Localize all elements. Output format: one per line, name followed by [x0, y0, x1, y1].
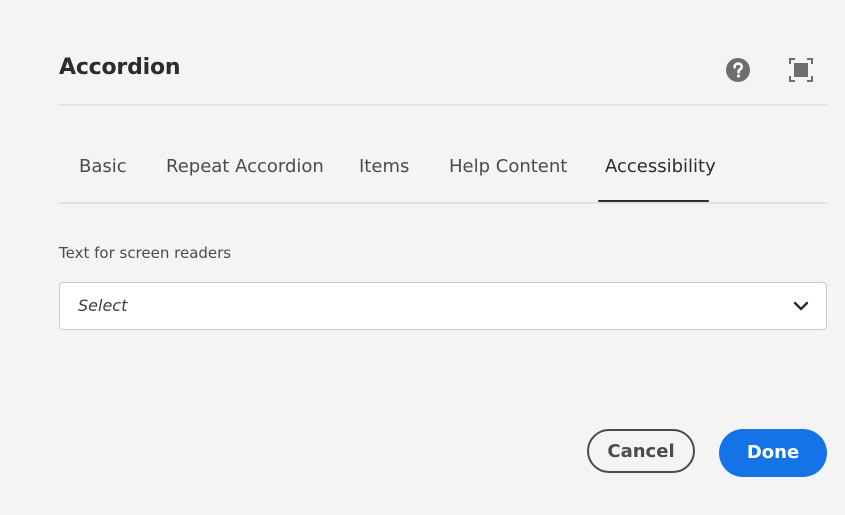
dialog-header: Accordion	[59, 46, 827, 106]
tab-basic[interactable]: Basic	[79, 156, 127, 177]
fullscreen-icon[interactable]	[788, 57, 814, 83]
help-circle-icon[interactable]	[725, 57, 751, 83]
tab-accessibility[interactable]: Accessibility	[605, 156, 716, 177]
selected-tab-indicator	[598, 200, 709, 202]
tab-help-content[interactable]: Help Content	[449, 156, 567, 177]
screen-reader-text-select[interactable]: Select	[59, 282, 827, 330]
accordion-dialog: Accordion Basic Repeat Accordion Items H…	[0, 0, 845, 515]
screen-reader-text-label: Text for screen readers	[59, 244, 232, 262]
tab-repeat-accordion[interactable]: Repeat Accordion	[166, 156, 324, 177]
tab-items[interactable]: Items	[359, 156, 409, 177]
chevron-down-icon	[793, 298, 809, 314]
done-button[interactable]: Done	[719, 429, 827, 477]
dialog-title: Accordion	[59, 55, 181, 80]
tab-list: Basic Repeat Accordion Items Help Conten…	[59, 146, 827, 204]
cancel-button[interactable]: Cancel	[587, 429, 695, 473]
select-value: Select	[78, 296, 128, 315]
